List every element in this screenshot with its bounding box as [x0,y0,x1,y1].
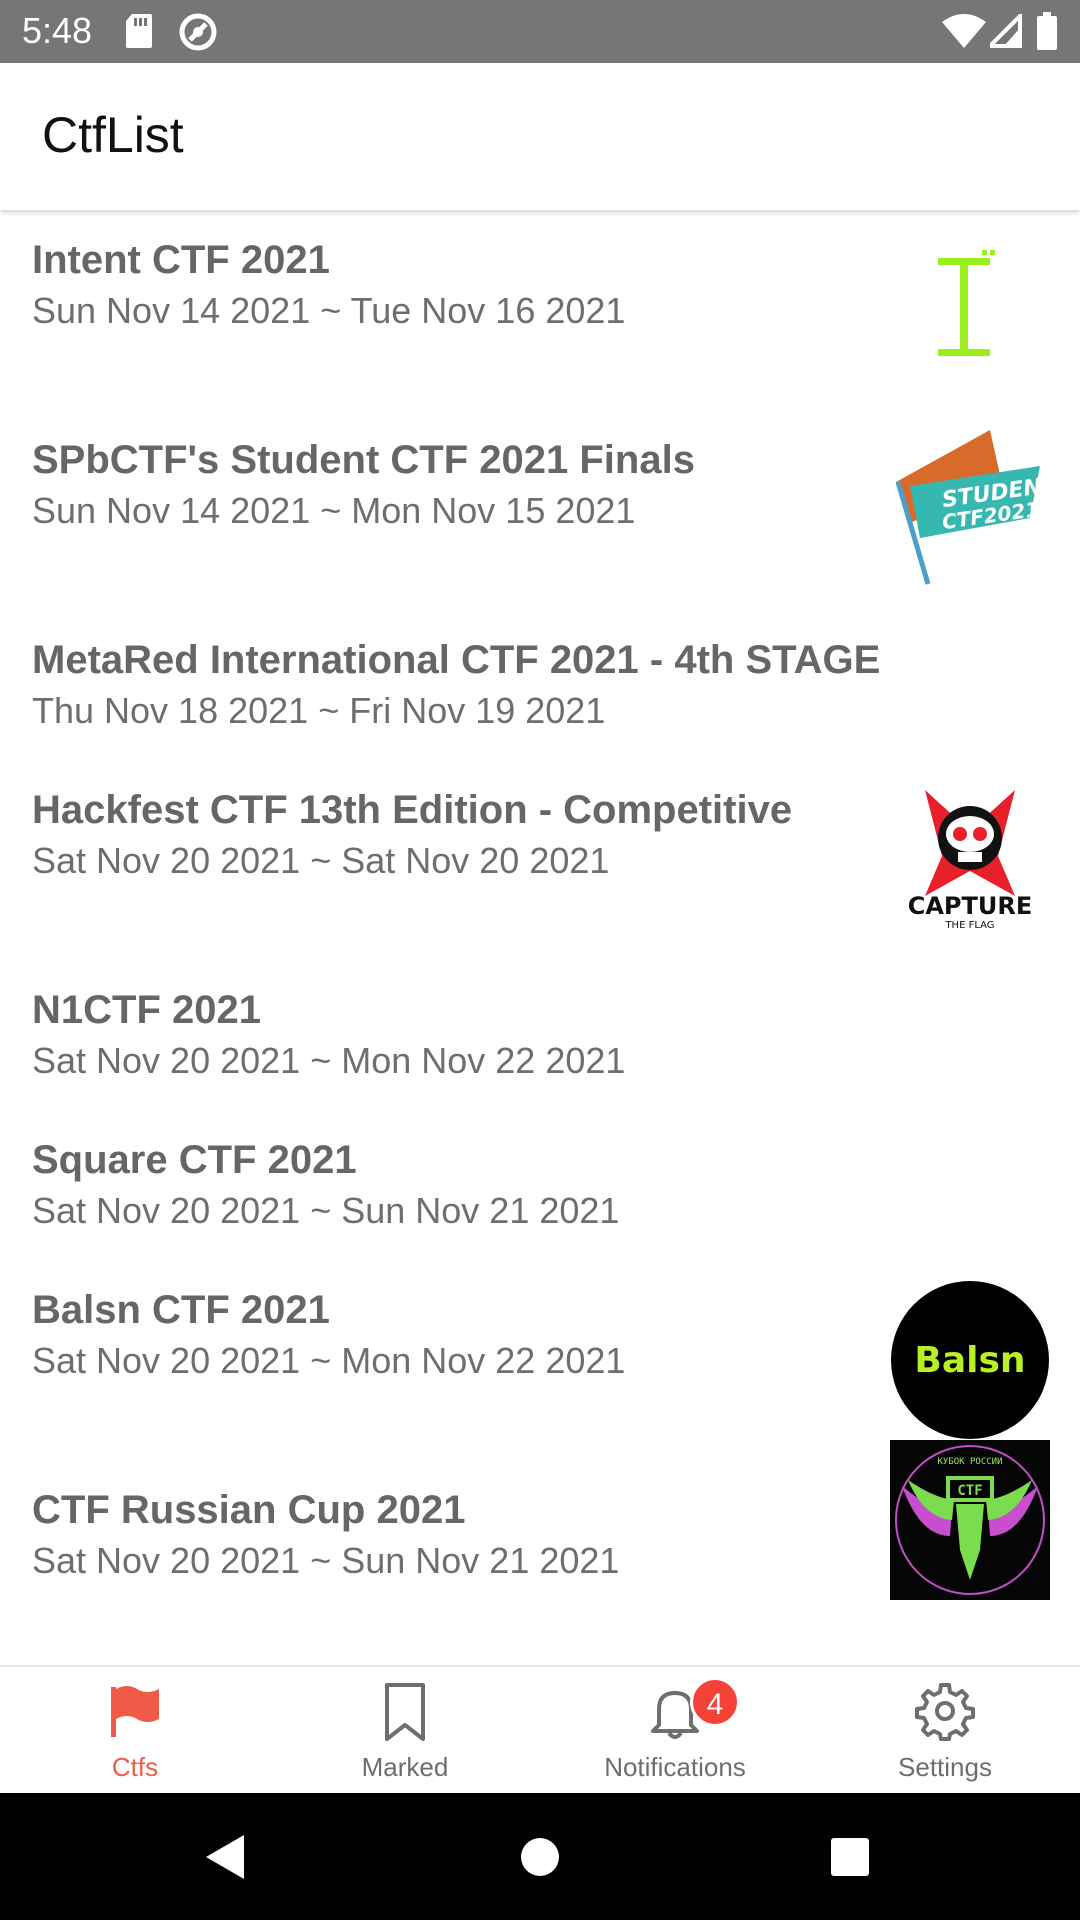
russian-cup-logo-text: CTF [957,1483,982,1499]
balsn-logo: Balsn [890,1280,1050,1440]
svg-text:КУБОК РОССИИ: КУБОК РОССИИ [937,1457,1002,1467]
ctf-name: MetaRed International CTF 2021 - 4th STA… [32,638,881,682]
list-item[interactable]: MetaRed International CTF 2021 - 4th STA… [0,636,1080,746]
no-disturb-icon [178,12,218,57]
ctf-dates: Sat Nov 20 2021 ~ Mon Nov 22 2021 [32,1040,626,1081]
tab-settings[interactable]: Settings [810,1667,1080,1795]
list-item[interactable]: SPbCTF's Student CTF 2021 Finals Sun Nov… [0,430,1080,616]
russian-cup-logo: КУБОК РОССИИ CTF [890,1440,1050,1600]
hackfest-logo: CAPTURE THE FLAG [890,776,1050,936]
student-ctf-logo: STUDENT CTF2021 [890,426,1060,586]
ctf-dates: Sun Nov 14 2021 ~ Tue Nov 16 2021 [32,290,626,331]
ctf-dates: Thu Nov 18 2021 ~ Fri Nov 19 2021 [32,690,606,731]
balsn-logo-text: Balsn [914,1340,1025,1381]
tab-label: Settings [898,1752,992,1782]
system-nav-bar [0,1793,1080,1920]
tab-notifications[interactable]: 4 Notifications [540,1667,810,1795]
list-item[interactable]: Balsn CTF 2021 Sat Nov 20 2021 ~ Mon Nov… [0,1281,1080,1466]
ctf-dates: Sat Nov 20 2021 ~ Sat Nov 20 2021 [32,840,610,881]
sd-card-icon [124,12,154,55]
ctf-dates: Sat Nov 20 2021 ~ Mon Nov 22 2021 [32,1340,626,1381]
svg-text:THE FLAG: THE FLAG [944,920,994,931]
ctf-name: SPbCTF's Student CTF 2021 Finals [32,438,695,482]
ctf-list[interactable]: Intent CTF 2021 Sun Nov 14 2021 ~ Tue No… [0,210,1080,1665]
hackfest-logo-text: CAPTURE [908,892,1033,920]
status-time: 5:48 [22,10,93,51]
ctf-name: Intent CTF 2021 [32,238,330,282]
list-item[interactable]: N1CTF 2021 Sat Nov 20 2021 ~ Mon Nov 22 … [0,986,1080,1096]
back-icon[interactable] [204,1833,248,1886]
gear-icon [915,1681,975,1741]
home-icon[interactable] [520,1837,560,1882]
intent-logo [890,236,1050,396]
ctf-dates: Sun Nov 14 2021 ~ Mon Nov 15 2021 [32,490,636,531]
battery-icon [1036,12,1058,55]
list-item[interactable]: Square CTF 2021 Sat Nov 20 2021 ~ Sun No… [0,1136,1080,1246]
notification-badge: 4 [690,1677,740,1727]
ctf-name: CTF Russian Cup 2021 [32,1488,466,1532]
tab-label: Marked [361,1752,449,1782]
flag-icon [105,1681,165,1741]
ctf-name: Square CTF 2021 [32,1138,357,1182]
ctf-dates: Sat Nov 20 2021 ~ Sun Nov 21 2021 [32,1190,620,1231]
tab-label: Notifications [604,1752,746,1782]
ctf-name: N1CTF 2021 [32,988,261,1032]
page-title: CtfList [42,107,184,163]
list-item[interactable]: CTF Russian Cup 2021 Sat Nov 20 2021 ~ S… [0,1440,1080,1665]
list-item[interactable]: Intent CTF 2021 Sun Nov 14 2021 ~ Tue No… [0,236,1080,416]
app-bar: CtfList [0,63,1080,210]
ctf-name: Balsn CTF 2021 [32,1288,330,1332]
signal-icon [985,11,1022,53]
tab-marked[interactable]: Marked [270,1667,540,1795]
ctf-dates: Sat Nov 20 2021 ~ Sun Nov 21 2021 [32,1540,620,1581]
status-bar: 5:48 [0,0,1080,63]
tab-ctfs[interactable]: Ctfs [0,1667,270,1795]
recents-icon[interactable] [830,1837,870,1882]
list-item[interactable]: Hackfest CTF 13th Edition - Competitive … [0,786,1080,966]
bottom-nav: Ctfs Marked 4 Notifications Settings [0,1665,1080,1795]
ctf-name: Hackfest CTF 13th Edition - Competitive [32,788,793,832]
tab-label: Ctfs [111,1752,159,1782]
bookmark-icon [375,1681,435,1741]
wifi-icon [942,14,986,55]
